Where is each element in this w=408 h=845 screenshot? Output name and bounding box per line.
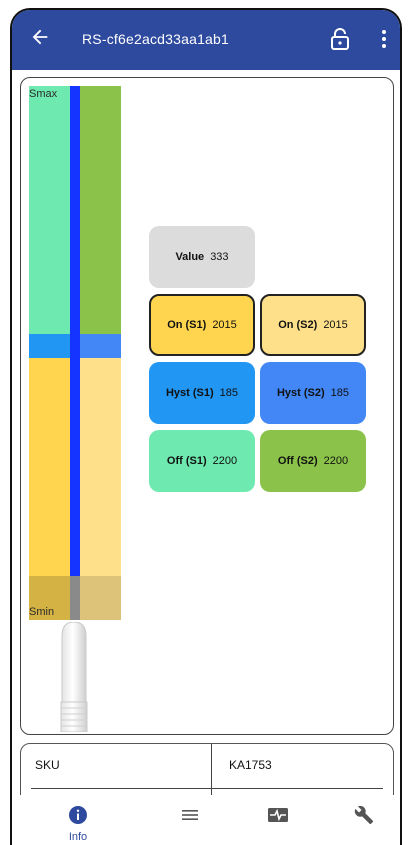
- overflow-menu-button[interactable]: [380, 28, 388, 50]
- hyst-s1-value: 185: [219, 387, 239, 399]
- hyst-s1-label: Hyst (S1): [165, 387, 214, 399]
- lock-open-icon: [331, 28, 349, 50]
- more-vert-dot: [382, 44, 386, 48]
- s1-hyst-zone: [29, 334, 75, 358]
- bottom-navigation: Info: [12, 795, 400, 845]
- app-bar: RS-cf6e2acd33aa1ab1: [12, 10, 400, 70]
- gauge-card: Smax Smin Value 333 On (S1) 2015 On (S2)…: [20, 77, 394, 735]
- level-needle: [70, 86, 80, 620]
- monitor-pulse-icon: [268, 808, 288, 822]
- smin-label: Smin: [29, 606, 55, 618]
- on-s2-value: 2015: [323, 319, 348, 331]
- on-s1-value: 2015: [212, 319, 237, 331]
- on-s1-tile[interactable]: On (S1) 2015: [149, 294, 255, 356]
- nav-info[interactable]: Info: [48, 805, 108, 843]
- off-s2-tile[interactable]: Off (S2) 2200: [260, 430, 366, 492]
- hyst-s2-value: 185: [330, 387, 350, 399]
- s2-lower-zone: [75, 358, 121, 576]
- value-label: Value: [175, 251, 205, 263]
- value-tile: Value 333: [149, 226, 255, 288]
- wrench-icon: [354, 805, 374, 825]
- on-s2-tile[interactable]: On (S2) 2015: [260, 294, 366, 356]
- off-s1-value: 2200: [212, 455, 238, 467]
- off-s1-label: Off (S1): [166, 455, 207, 467]
- smax-label: Smax: [29, 88, 58, 100]
- more-vert-icon: [382, 30, 386, 34]
- off-s1-tile[interactable]: Off (S1) 2200: [149, 430, 255, 492]
- sensor-probe-icon: [60, 622, 88, 732]
- device-title: RS-cf6e2acd33aa1ab1: [82, 31, 230, 47]
- value-reading: 333: [210, 251, 229, 263]
- phone-frame: RS-cf6e2acd33aa1ab1 Smax Smin Value 333 …: [10, 8, 402, 845]
- off-s2-label: Off (S2): [277, 455, 318, 467]
- arrow-left-icon: [32, 29, 48, 45]
- nav-tools[interactable]: [334, 805, 394, 841]
- info-icon: [69, 806, 87, 824]
- sku-key: SKU: [35, 758, 60, 772]
- on-s1-label: On (S1): [167, 319, 207, 331]
- nav-info-label: Info: [68, 831, 88, 843]
- list-icon: [182, 810, 198, 820]
- back-button[interactable]: [28, 26, 52, 50]
- nav-list[interactable]: [160, 805, 220, 841]
- s1-upper-zone: [29, 86, 75, 334]
- s1-lower-zone: [29, 358, 75, 576]
- level-gauge: Smax Smin: [29, 86, 121, 620]
- lock-button[interactable]: [330, 28, 350, 50]
- hyst-s2-label: Hyst (S2): [276, 387, 325, 399]
- table-row: SKU KA1753: [31, 744, 383, 789]
- on-s2-label: On (S2): [278, 319, 318, 331]
- hyst-s2-tile[interactable]: Hyst (S2) 185: [260, 362, 366, 424]
- hyst-s1-tile[interactable]: Hyst (S1) 185: [149, 362, 255, 424]
- s2-bottom-band: [75, 576, 121, 620]
- more-vert-dot: [382, 37, 386, 41]
- off-s2-value: 2200: [323, 455, 349, 467]
- s2-upper-zone: [75, 86, 121, 334]
- level-needle-base: [70, 576, 80, 620]
- sku-value: KA1753: [229, 758, 272, 772]
- s2-hyst-zone: [75, 334, 121, 358]
- nav-monitor[interactable]: [248, 805, 308, 841]
